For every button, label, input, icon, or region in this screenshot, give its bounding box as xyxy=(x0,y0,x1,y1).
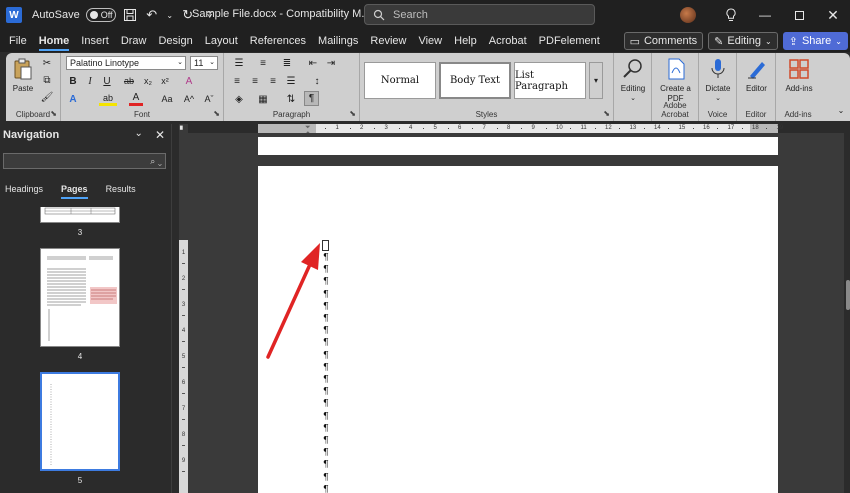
scrollbar-thumb[interactable] xyxy=(846,280,850,310)
annotation-arrow xyxy=(266,243,320,359)
